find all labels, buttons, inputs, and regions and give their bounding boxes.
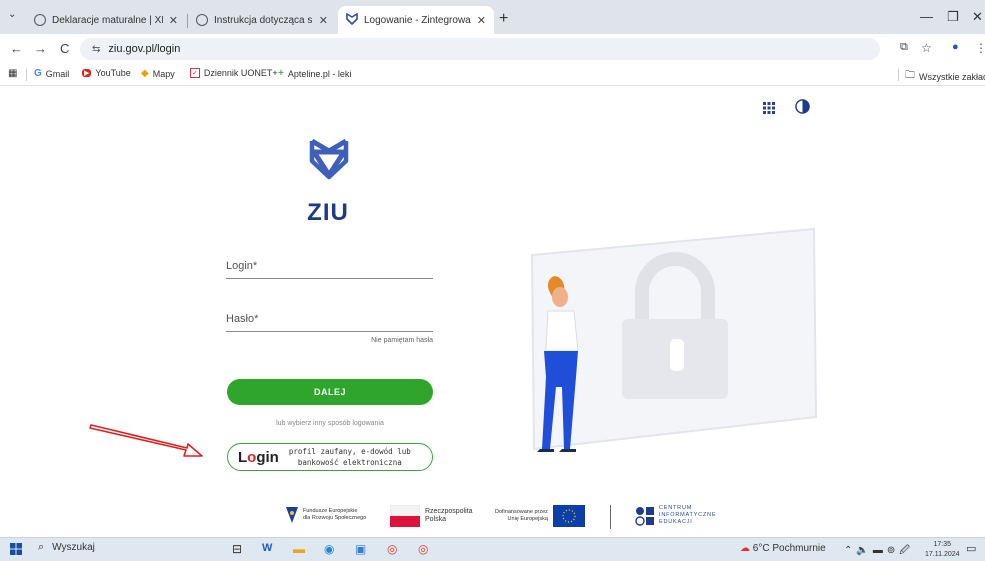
calculator-icon[interactable]: ▣ <box>355 542 366 556</box>
rp-logo: Rzeczpospolita Polska <box>390 505 472 527</box>
install-app-icon[interactable]: ⧉ <box>900 41 908 54</box>
edge-icon[interactable]: ◉ <box>324 542 334 556</box>
divider <box>898 69 899 81</box>
maps-pin-icon: ◆ <box>141 68 149 79</box>
address-bar[interactable]: ⇆ ziu.gov.pl/login <box>80 38 880 60</box>
tab-strip: ⌄ Deklaracje maturalne | XI Liceu ✕ Inst… <box>0 0 985 34</box>
eu-logo: Dofinansowane przez Unię Europejską <box>495 505 585 527</box>
bookmarks-bar: ▦ G Gmail ▶ YouTube ◆ Mapy ✓ Dziennik UO… <box>0 64 985 86</box>
chrome-icon[interactable]: ◎ <box>418 542 428 556</box>
padlock-illustration <box>530 227 820 457</box>
tab-title: Deklaracje maturalne | XI Liceu <box>52 14 163 26</box>
eu-flag-icon <box>552 505 585 527</box>
fe-logo: Fundusze Europejskie dla Rozwoju Społecz… <box>285 505 366 525</box>
bookmark-youtube[interactable]: ▶ YouTube <box>82 68 131 78</box>
cie-mark-icon <box>635 506 654 526</box>
bookmark-star-icon[interactable]: ☆ <box>921 41 932 55</box>
menu-kebab-icon[interactable]: ⋮ <box>975 41 985 55</box>
tab-search-chevron-icon[interactable]: ⌄ <box>8 9 16 20</box>
bookmark-uonet[interactable]: ✓ Dziennik UONET+ <box>190 68 278 78</box>
weather-cloud-icon: ☁ <box>740 543 750 554</box>
word-icon[interactable]: W <box>262 542 272 554</box>
page-content: ZIU Login* Hasło* Nie pamiętam hasła DAL… <box>0 87 985 537</box>
login-field[interactable]: Login* <box>226 260 433 279</box>
site-settings-icon[interactable]: ⇆ <box>92 44 100 55</box>
footer-logos: Fundusze Europejskie dla Rozwoju Społecz… <box>280 505 740 535</box>
window-close-button[interactable]: ✕ <box>972 9 983 25</box>
checkbox-icon: ✓ <box>190 68 200 78</box>
apps-menu-icon[interactable] <box>763 101 775 117</box>
all-bookmarks-label: Wszystkie zakładk <box>919 71 985 82</box>
forward-button[interactable]: → <box>34 41 47 56</box>
alternative-login-text: lub wybierz inny sposób logowania <box>276 420 384 427</box>
windows-start-icon[interactable] <box>10 543 22 558</box>
bookmark-mapy[interactable]: ◆ Mapy <box>141 68 175 79</box>
password-field[interactable]: Hasło* <box>226 313 433 332</box>
plus-cross-icon: + <box>278 68 284 79</box>
tab-instrukcja[interactable]: Instrukcja dotycząca składania ✕ <box>188 6 336 34</box>
bookmark-label: Gmail <box>45 68 70 79</box>
date: 17.11.2024 <box>925 551 960 558</box>
ziu-favicon-icon <box>346 12 358 28</box>
tab-logowanie[interactable]: Logowanie - Zintegrowany Inte ✕ <box>338 6 494 34</box>
navigation-bar: ← → C ⇆ ziu.gov.pl/login ⧉ ☆ ● ⋮ <box>0 34 985 64</box>
tab-title: Logowanie - Zintegrowany Inte <box>364 14 471 26</box>
all-bookmarks-folder[interactable]: 🗀 Wszystkie zakładk <box>905 68 985 85</box>
bookmark-label: Dziennik UONET+ <box>203 68 278 78</box>
tab-deklaracje[interactable]: Deklaracje maturalne | XI Liceu ✕ <box>26 6 186 34</box>
close-icon[interactable]: ✕ <box>319 14 328 27</box>
file-explorer-icon[interactable]: ▬ <box>293 542 305 556</box>
notifications-icon[interactable]: ▭ <box>966 542 976 555</box>
bookmark-gmail[interactable]: G Gmail <box>34 68 69 79</box>
fe-stars-icon <box>286 507 298 523</box>
login-gov-logo: Login <box>238 448 279 466</box>
clock[interactable]: 17:35 17.11.2024 <box>925 540 960 560</box>
new-tab-button[interactable]: + <box>499 10 508 28</box>
windows-taskbar: ⌕ Wyszukaj ⊟ W ▬ ◉ ▣ ◎ ◎ ☁ 6°C Pochmurni… <box>0 537 985 561</box>
minimize-button[interactable]: — <box>920 9 933 24</box>
forgot-password-link[interactable]: Nie pamiętam hasła <box>300 337 433 344</box>
weather-text: 6°C Pochmurnie <box>752 543 826 554</box>
login-gov-description: profil zaufany, e-dowód lub bankowość el… <box>288 447 411 467</box>
weather-widget[interactable]: ☁ 6°C Pochmurnie <box>740 543 826 554</box>
ziu-logo-icon <box>308 137 350 186</box>
bookmark-label: Apteline.pl - leki <box>287 68 352 79</box>
close-icon[interactable]: ✕ <box>169 14 178 27</box>
youtube-icon: ▶ <box>82 69 92 77</box>
globe-icon <box>34 14 46 26</box>
google-icon: G <box>34 68 42 79</box>
close-icon[interactable]: ✕ <box>477 14 486 27</box>
task-view-icon[interactable]: ⊟ <box>232 542 242 556</box>
back-button[interactable]: ← <box>10 41 23 56</box>
footer-divider <box>610 505 611 529</box>
cie-logo: CENTRUM INFORMATYCZNE EDUKACJI <box>635 505 716 526</box>
bookmark-label: Mapy <box>152 68 175 79</box>
divider <box>26 69 27 81</box>
profile-avatar-icon[interactable]: ● <box>952 41 959 53</box>
contrast-toggle-icon[interactable] <box>795 99 810 117</box>
restore-button[interactable]: ❐ <box>947 9 959 25</box>
taskbar-search[interactable]: ⌕ Wyszukaj <box>38 541 95 554</box>
bookmark-label: YouTube <box>95 68 131 78</box>
ziu-logo-text: ZIU <box>307 199 349 226</box>
search-placeholder: Wyszukaj <box>52 542 95 553</box>
next-button[interactable]: DALEJ <box>227 379 433 405</box>
bookmark-apteline[interactable]: + Apteline.pl - leki <box>278 68 351 79</box>
system-tray-icons[interactable]: ⌃🔈▬⊚🖉 <box>844 543 914 560</box>
time: 17:35 <box>933 541 952 548</box>
red-arrow-annotation <box>88 420 206 469</box>
chrome-icon[interactable]: ◎ <box>387 542 397 556</box>
reload-button[interactable]: C <box>60 41 69 56</box>
login-gov-button[interactable]: Login profil zaufany, e-dowód lub bankow… <box>227 443 433 471</box>
folder-icon: 🗀 <box>905 70 915 81</box>
url-text: ziu.gov.pl/login <box>108 43 181 55</box>
search-icon: ⌕ <box>38 541 45 553</box>
polish-flag-icon <box>390 505 420 527</box>
apps-grid-icon[interactable]: ▦ <box>8 68 21 79</box>
globe-icon <box>196 14 208 26</box>
tab-title: Instrukcja dotycząca składania <box>214 14 313 26</box>
